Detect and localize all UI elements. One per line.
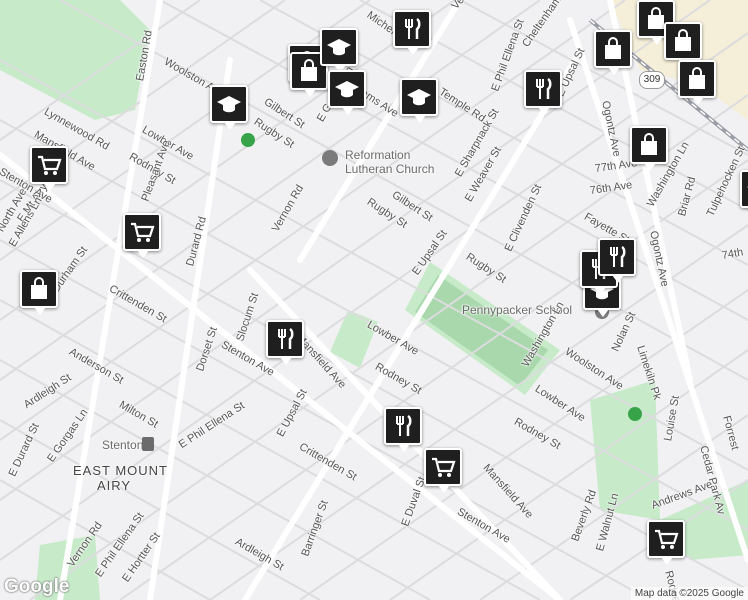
restaurant-pin[interactable] bbox=[384, 407, 422, 452]
neighborhood-label-line2: AIRY bbox=[97, 478, 132, 493]
grocery-pin[interactable] bbox=[30, 146, 68, 191]
restaurant-pin[interactable] bbox=[598, 238, 636, 283]
restaurant-pin[interactable] bbox=[393, 10, 431, 55]
park-marker-icon[interactable] bbox=[628, 407, 642, 421]
school-pin[interactable] bbox=[210, 85, 248, 130]
church-icon[interactable] bbox=[322, 150, 338, 166]
grocery-pin[interactable] bbox=[647, 520, 685, 565]
shop-pin[interactable] bbox=[594, 30, 632, 75]
google-logo: Google bbox=[4, 576, 70, 597]
poi-label-church[interactable]: Reformation bbox=[345, 148, 410, 162]
school-pin[interactable] bbox=[740, 170, 748, 208]
grocery-pin[interactable] bbox=[424, 448, 462, 493]
shop-pin[interactable] bbox=[20, 270, 58, 315]
shop-pin[interactable] bbox=[664, 22, 702, 67]
route-309-shield: 309 bbox=[639, 71, 665, 89]
transit-station-stenton[interactable]: Stenton bbox=[102, 438, 143, 452]
grocery-pin[interactable] bbox=[123, 213, 161, 258]
restaurant-pin[interactable] bbox=[266, 320, 304, 365]
shop-pin[interactable] bbox=[678, 60, 716, 105]
map-attribution[interactable]: Map data ©2025 Google bbox=[630, 587, 748, 600]
school-pin[interactable] bbox=[400, 78, 438, 123]
restaurant-pin[interactable] bbox=[524, 70, 562, 115]
school-pin[interactable] bbox=[328, 70, 366, 115]
map-canvas[interactable]: Vernon Michener Cheltenham Ave E Phil El… bbox=[0, 0, 748, 600]
neighborhood-label: EAST MOUNT bbox=[73, 463, 168, 478]
park-marker-icon[interactable] bbox=[241, 133, 255, 147]
school-pin[interactable] bbox=[320, 28, 358, 73]
train-icon[interactable] bbox=[142, 437, 154, 451]
shop-pin[interactable] bbox=[630, 126, 668, 171]
map-base bbox=[0, 0, 748, 600]
poi-label-church-line2[interactable]: Lutheran Church bbox=[345, 162, 434, 176]
